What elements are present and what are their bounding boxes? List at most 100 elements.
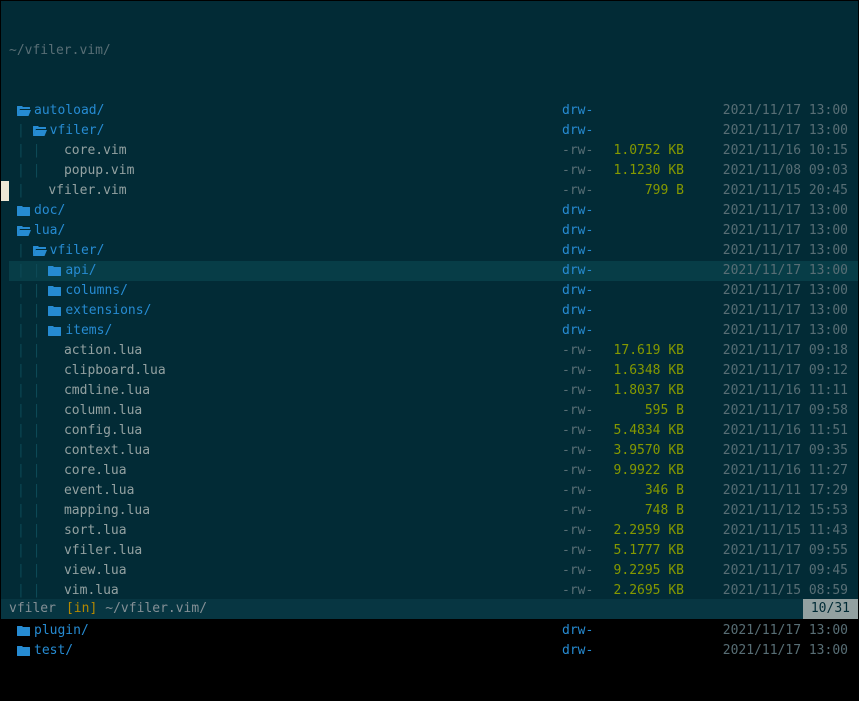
size-column: 2.2959 KB	[610, 521, 688, 541]
status-plugin-name: vfiler	[1, 599, 62, 619]
mode-column: -rw-	[562, 561, 610, 581]
cursor-indicator	[1, 181, 9, 201]
date-column: 2021/11/16 10:15	[688, 141, 858, 161]
folder-closed-icon	[48, 285, 62, 297]
entry-name: core.lua	[64, 463, 127, 478]
date-column: 2021/11/17 09:58	[688, 401, 858, 421]
entry-name: sort.lua	[64, 523, 127, 538]
date-column: 2021/11/17 13:00	[688, 301, 858, 321]
file-row[interactable]: | | context.lua-rw-3.9570 KB2021/11/17 0…	[9, 441, 858, 461]
dir-row[interactable]: doc/drw-2021/11/17 13:00	[9, 201, 858, 221]
size-column: 5.4834 KB	[610, 421, 688, 441]
dir-row[interactable]: autoload/drw-2021/11/17 13:00	[9, 101, 858, 121]
entry-name: column.lua	[64, 403, 142, 418]
date-column: 2021/11/17 09:35	[688, 441, 858, 461]
mode-column: -rw-	[562, 381, 610, 401]
size-column: 748 B	[610, 501, 688, 521]
entry-name: vfiler.lua	[64, 543, 142, 558]
dir-row[interactable]: | | columns/drw-2021/11/17 13:00	[9, 281, 858, 301]
size-column: 1.0752 KB	[610, 141, 688, 161]
size-column: 1.8037 KB	[610, 381, 688, 401]
entry-name: popup.vim	[64, 163, 134, 178]
file-row[interactable]: | | config.lua-rw-5.4834 KB2021/11/16 11…	[9, 421, 858, 441]
size-column: 5.1777 KB	[610, 541, 688, 561]
dir-row[interactable]: test/drw-2021/11/17 13:00	[9, 641, 858, 661]
dir-row[interactable]: | | api/drw-2021/11/17 13:00	[9, 261, 858, 281]
file-row[interactable]: | | action.lua-rw-17.619 KB2021/11/17 09…	[9, 341, 858, 361]
mode-column: -rw-	[562, 141, 610, 161]
date-column: 2021/11/17 09:55	[688, 541, 858, 561]
mode-column: -rw-	[562, 501, 610, 521]
dir-row[interactable]: plugin/drw-2021/11/17 13:00	[9, 621, 858, 641]
entry-name: config.lua	[64, 423, 142, 438]
folder-open-icon	[17, 105, 31, 117]
mode-column: drw-	[562, 241, 610, 261]
entry-name: items/	[65, 323, 112, 338]
entry-name: extensions/	[65, 303, 151, 318]
file-row[interactable]: | | core.vim-rw-1.0752 KB2021/11/16 10:1…	[9, 141, 858, 161]
size-column: 17.619 KB	[610, 341, 688, 361]
dir-row[interactable]: lua/drw-2021/11/17 13:00	[9, 221, 858, 241]
entry-name: doc/	[34, 203, 65, 218]
dir-row[interactable]: | | items/drw-2021/11/17 13:00	[9, 321, 858, 341]
folder-closed-icon	[17, 625, 31, 637]
mode-column: -rw-	[562, 401, 610, 421]
mode-column: -rw-	[562, 581, 610, 601]
date-column: 2021/11/16 11:11	[688, 381, 858, 401]
file-row[interactable]: | | cmdline.lua-rw-1.8037 KB2021/11/16 1…	[9, 381, 858, 401]
date-column: 2021/11/12 15:53	[688, 501, 858, 521]
entry-name: view.lua	[64, 563, 127, 578]
entry-name: plugin/	[34, 623, 89, 638]
date-column: 2021/11/17 09:12	[688, 361, 858, 381]
file-row[interactable]: | | vfiler.lua-rw-5.1777 KB2021/11/17 09…	[9, 541, 858, 561]
file-row[interactable]: | | event.lua-rw-346 B2021/11/11 17:29	[9, 481, 858, 501]
date-column: 2021/11/15 08:59	[688, 581, 858, 601]
date-column: 2021/11/17 13:00	[688, 281, 858, 301]
vfiler-window: ~/vfiler.vim/ autoload/drw-2021/11/17 13…	[0, 0, 859, 620]
gutter	[1, 1, 9, 619]
file-row[interactable]: | vfiler.vim-rw-799 B2021/11/15 20:45	[9, 181, 858, 201]
mode-column: -rw-	[562, 481, 610, 501]
mode-column: drw-	[562, 301, 610, 321]
size-column: 1.6348 KB	[610, 361, 688, 381]
date-column: 2021/11/17 13:00	[688, 221, 858, 241]
entry-name: cmdline.lua	[64, 383, 150, 398]
mode-column: -rw-	[562, 161, 610, 181]
date-column: 2021/11/17 13:00	[688, 641, 858, 661]
folder-closed-icon	[48, 265, 62, 277]
entry-name: clipboard.lua	[64, 363, 166, 378]
mode-column: -rw-	[562, 341, 610, 361]
file-row[interactable]: | | column.lua-rw-595 B2021/11/17 09:58	[9, 401, 858, 421]
entry-name: core.vim	[64, 143, 127, 158]
file-row[interactable]: | | view.lua-rw-9.2295 KB2021/11/17 09:4…	[9, 561, 858, 581]
dir-row[interactable]: | vfiler/drw-2021/11/17 13:00	[9, 121, 858, 141]
listing-header: ~/vfiler.vim/	[9, 41, 858, 61]
file-row[interactable]: | | vim.lua-rw-2.2695 KB2021/11/15 08:59	[9, 581, 858, 601]
date-column: 2021/11/17 09:18	[688, 341, 858, 361]
entry-name: lua/	[34, 223, 65, 238]
entry-name: columns/	[65, 283, 128, 298]
file-row[interactable]: | | core.lua-rw-9.9922 KB2021/11/16 11:2…	[9, 461, 858, 481]
size-column: 1.1230 KB	[610, 161, 688, 181]
dir-row[interactable]: | vfiler/drw-2021/11/17 13:00	[9, 241, 858, 261]
size-column: 9.2295 KB	[610, 561, 688, 581]
entry-name: action.lua	[64, 343, 142, 358]
dir-row[interactable]: | | extensions/drw-2021/11/17 13:00	[9, 301, 858, 321]
size-column: 2.2695 KB	[610, 581, 688, 601]
file-row[interactable]: | | clipboard.lua-rw-1.6348 KB2021/11/17…	[9, 361, 858, 381]
entry-name: vim.lua	[64, 583, 119, 598]
mode-column: drw-	[562, 261, 610, 281]
folder-closed-icon	[17, 205, 31, 217]
entry-name: test/	[34, 643, 73, 658]
file-listing[interactable]: ~/vfiler.vim/ autoload/drw-2021/11/17 13…	[9, 1, 858, 599]
entry-name: event.lua	[64, 483, 134, 498]
date-column: 2021/11/17 13:00	[688, 121, 858, 141]
file-row[interactable]: | | mapping.lua-rw-748 B2021/11/12 15:53	[9, 501, 858, 521]
file-row[interactable]: | | sort.lua-rw-2.2959 KB2021/11/15 11:4…	[9, 521, 858, 541]
status-position: 10/31	[803, 599, 858, 619]
date-column: 2021/11/11 17:29	[688, 481, 858, 501]
current-path: ~/vfiler.vim/	[9, 41, 858, 61]
folder-closed-icon	[48, 305, 62, 317]
entry-name: context.lua	[64, 443, 150, 458]
file-row[interactable]: | | popup.vim-rw-1.1230 KB2021/11/08 09:…	[9, 161, 858, 181]
